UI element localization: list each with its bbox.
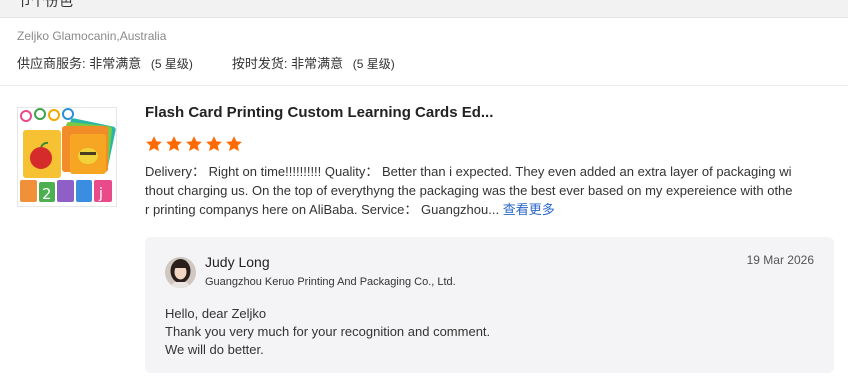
star-icon <box>166 136 182 152</box>
svg-text:j: j <box>98 186 103 202</box>
rating-value: 非常满意 <box>89 56 142 71</box>
avatar <box>165 257 196 288</box>
reply-line: Hello, dear Zeljko <box>165 306 267 321</box>
replier-name: Judy Long <box>205 254 270 270</box>
product-title-link[interactable]: Flash Card Printing Custom Learning Card… <box>145 104 493 121</box>
star-icon <box>206 136 222 152</box>
reply-line: We will do better. <box>165 342 264 357</box>
product-image[interactable]: 2 j <box>17 107 117 207</box>
section-divider <box>0 85 848 86</box>
reply-body: Hello, dear Zeljko Thank you very much f… <box>165 305 490 359</box>
review-body: Delivery： Right on time!!!!!!!!!! Qualit… <box>145 164 793 217</box>
flash-card-product-picture: 2 j <box>18 108 116 206</box>
show-more-link[interactable]: 查看更多 <box>503 202 555 217</box>
reply-date: 19 Mar 2026 <box>746 253 814 267</box>
rating-supplier-service: 供应商服务: 非常满意 (5 星级) <box>17 53 193 72</box>
supplier-ratings: 供应商服务: 非常满意 (5 星级) 按时发货: 非常满意 (5 星级) <box>17 53 434 72</box>
rating-level: (5 星级) <box>150 57 193 71</box>
reviewer-name: Zeljko Glamocanin,Australia <box>17 29 167 43</box>
star-icon <box>146 136 162 152</box>
avatar-picture <box>165 257 196 288</box>
rating-on-time-delivery: 按时发货: 非常满意 (5 星级) <box>232 53 395 72</box>
star-icon <box>226 136 242 152</box>
review-text: Delivery： Right on time!!!!!!!!!! Qualit… <box>145 162 795 219</box>
rating-level: (5 星级) <box>352 57 395 71</box>
top-bar: 节个份色 <box>0 0 848 18</box>
svg-text:2: 2 <box>42 185 52 203</box>
rating-value: 非常满意 <box>291 56 344 71</box>
rating-label: 按时发货: <box>231 56 288 71</box>
replier-company: Guangzhou Keruo Printing And Packaging C… <box>205 276 456 288</box>
supplier-reply: Judy Long Guangzhou Keruo Printing And P… <box>145 237 834 373</box>
rating-label: 供应商服务: <box>17 56 86 71</box>
star-rating <box>145 135 245 153</box>
top-bar-cut-text: 节个份色 <box>17 0 73 9</box>
reply-line: Thank you very much for your recognition… <box>165 324 491 339</box>
star-icon <box>186 136 202 152</box>
